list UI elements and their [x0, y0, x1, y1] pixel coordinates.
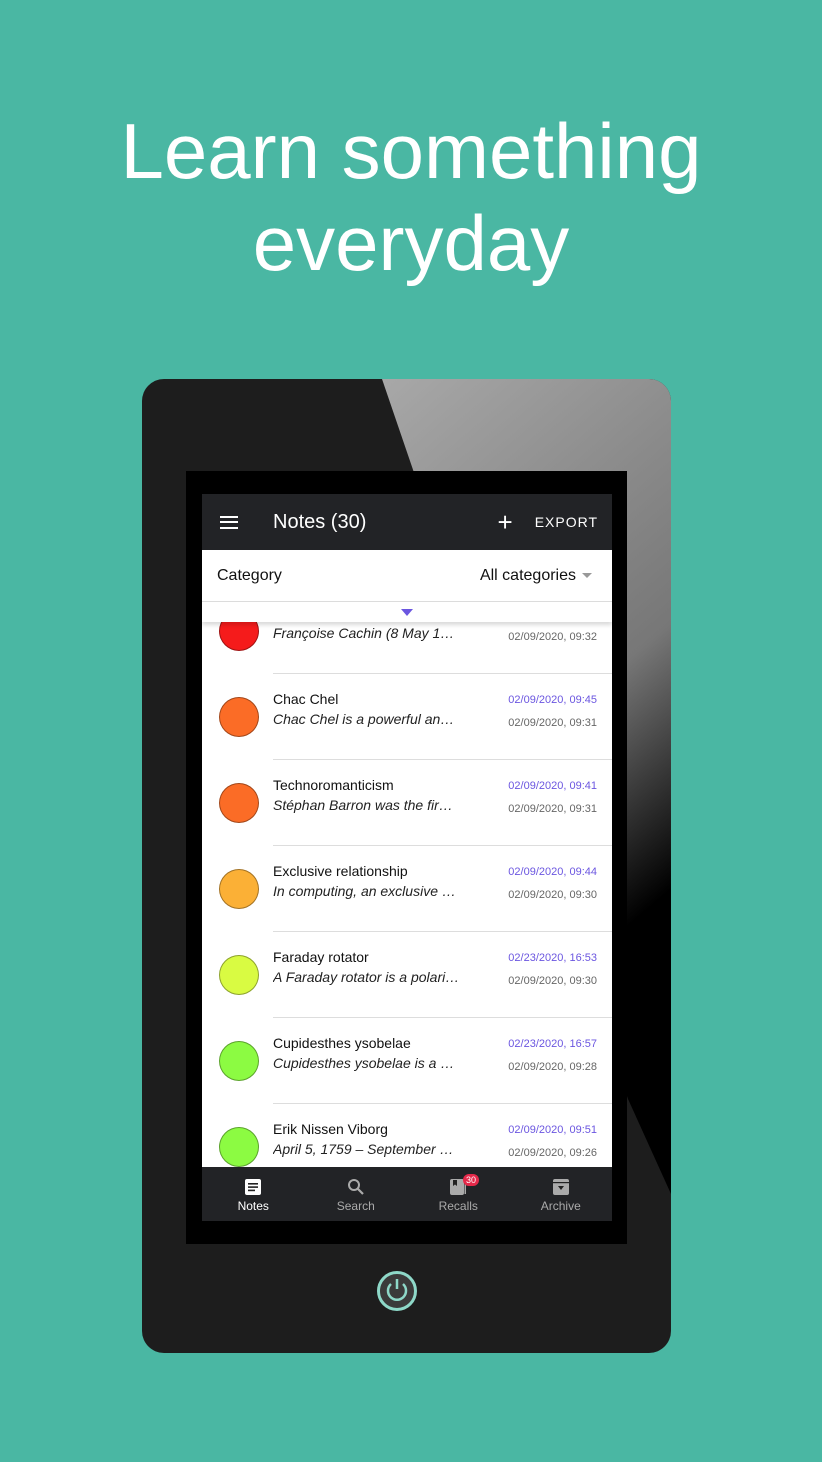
category-select[interactable]: All categories — [480, 567, 592, 585]
note-snippet: Stéphan Barron was the fir… — [273, 797, 453, 813]
category-label: Category — [217, 566, 282, 584]
nav-tab-search[interactable]: Search — [305, 1167, 408, 1221]
nav-tab-label: Recalls — [438, 1199, 478, 1213]
note-snippet: Chac Chel is a powerful an… — [273, 711, 455, 727]
note-title: Exclusive relationship — [273, 863, 408, 879]
tablet-frame: Françoise Cachin 22 Françoise Cachin (8 … — [142, 379, 671, 1353]
note-snippet: Cupidesthes ysobelae is a … — [273, 1055, 455, 1071]
note-color-dot — [219, 869, 259, 909]
note-modified-date: 02/09/2020, 09:44 — [508, 866, 597, 878]
headline: Learn something everyday — [0, 105, 822, 289]
note-item[interactable]: Chac Chel Chac Chel is a powerful an… 02… — [202, 674, 612, 760]
archive-icon — [552, 1178, 570, 1196]
note-color-dot — [219, 697, 259, 737]
nav-tab-label: Search — [336, 1199, 375, 1213]
nav-tab-label: Notes — [237, 1199, 269, 1213]
note-color-dot — [219, 1127, 259, 1167]
menu-icon[interactable] — [220, 515, 238, 529]
note-snippet: A Faraday rotator is a polari… — [273, 969, 460, 985]
note-created-date: 02/09/2020, 09:28 — [508, 1061, 597, 1073]
note-snippet: April 5, 1759 – September … — [273, 1141, 454, 1157]
app-bar: Notes (30) + EXPORT — [202, 494, 612, 550]
note-modified-date: 02/23/2020, 16:57 — [508, 1038, 597, 1050]
note-title: Erik Nissen Viborg — [273, 1121, 388, 1137]
headline-line-1: Learn something — [120, 107, 702, 195]
page-title: Notes (30) — [273, 510, 367, 533]
app-screen: Françoise Cachin 22 Françoise Cachin (8 … — [202, 494, 612, 1221]
category-select-value: All categories — [479, 566, 576, 584]
export-button[interactable]: EXPORT — [535, 514, 598, 530]
notes-icon — [244, 1178, 262, 1196]
note-modified-date: 02/09/2020, 09:51 — [508, 1124, 597, 1136]
note-title: Faraday rotator — [273, 949, 369, 965]
note-created-date: 02/09/2020, 09:30 — [508, 975, 597, 987]
note-color-dot — [219, 783, 259, 823]
note-title: Chac Chel — [273, 691, 339, 707]
power-icon — [386, 1279, 408, 1301]
note-created-date: 02/09/2020, 09:31 — [508, 803, 597, 815]
note-item[interactable]: Exclusive relationship In computing, an … — [202, 846, 612, 932]
bottom-nav: Notes Search Recalls 30 Archive — [202, 1167, 612, 1221]
nav-tab-recalls[interactable]: Recalls 30 — [407, 1167, 510, 1221]
note-title: Cupidesthes ysobelae — [273, 1035, 411, 1051]
note-snippet: In computing, an exclusive … — [273, 883, 456, 899]
recalls-count-badge: 30 — [463, 1174, 480, 1186]
note-item[interactable]: Faraday rotator A Faraday rotator is a p… — [202, 932, 612, 1018]
pull-handle[interactable] — [202, 602, 612, 622]
note-created-date: 02/09/2020, 09:26 — [508, 1147, 597, 1159]
note-modified-date: 02/09/2020, 09:45 — [508, 694, 597, 706]
note-modified-date: 02/23/2020, 16:53 — [508, 952, 597, 964]
nav-tab-notes[interactable]: Notes — [202, 1167, 305, 1221]
note-snippet: Françoise Cachin (8 May 1… — [273, 625, 455, 641]
caret-down-icon — [401, 609, 413, 616]
note-created-date: 02/09/2020, 09:31 — [508, 717, 597, 729]
headline-line-2: everyday — [252, 199, 570, 287]
note-color-dot — [219, 1041, 259, 1081]
note-item[interactable]: Technoromanticism Stéphan Barron was the… — [202, 760, 612, 846]
power-button[interactable] — [377, 1271, 417, 1311]
note-created-date: 02/09/2020, 09:30 — [508, 889, 597, 901]
nav-tab-label: Archive — [540, 1199, 581, 1213]
chevron-down-icon — [582, 572, 592, 578]
category-filter: Category All categories — [202, 550, 612, 602]
note-title: Technoromanticism — [273, 777, 394, 793]
note-item[interactable]: Cupidesthes ysobelae Cupidesthes ysobela… — [202, 1018, 612, 1104]
note-color-dot — [219, 955, 259, 995]
notes-list[interactable]: Françoise Cachin 22 Françoise Cachin (8 … — [202, 588, 612, 1190]
note-created-date: 02/09/2020, 09:32 — [508, 631, 597, 643]
note-modified-date: 02/09/2020, 09:41 — [508, 780, 597, 792]
add-note-button[interactable]: + — [498, 507, 513, 538]
nav-tab-archive[interactable]: Archive — [510, 1167, 613, 1221]
search-icon — [347, 1178, 365, 1196]
